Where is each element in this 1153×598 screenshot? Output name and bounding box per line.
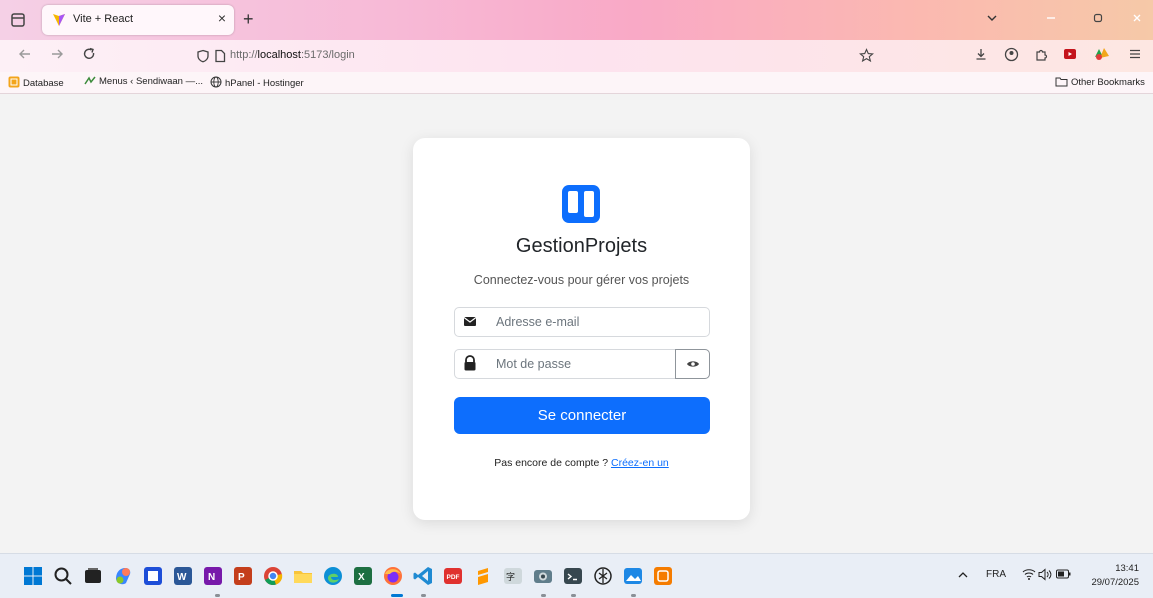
minimize-icon[interactable] <box>1040 8 1062 30</box>
account-icon[interactable] <box>1002 47 1020 65</box>
vscode-icon[interactable] <box>412 565 434 587</box>
login-card: GestionProjets Connectez-vous pour gérer… <box>413 138 750 520</box>
bookmark-star-icon[interactable] <box>859 48 874 63</box>
svg-text:P: P <box>238 572 245 583</box>
list-all-tabs-icon[interactable] <box>981 8 1003 30</box>
clock-date: 29/07/2025 <box>1091 577 1139 588</box>
tab-close-icon[interactable]: × <box>218 10 226 26</box>
search-icon[interactable] <box>52 565 74 587</box>
address-bar[interactable]: http://localhost:5173/login <box>188 43 874 69</box>
restore-icon[interactable] <box>1087 8 1109 30</box>
back-icon[interactable] <box>16 47 34 65</box>
svg-text:PDF: PDF <box>447 574 460 581</box>
xampp-icon[interactable] <box>652 565 674 587</box>
chatgpt-icon[interactable] <box>592 565 614 587</box>
forward-icon[interactable] <box>48 47 66 65</box>
tab-list-icon[interactable] <box>8 10 28 30</box>
url-text: http://localhost:5173/login <box>230 49 355 61</box>
clock-time: 13:41 <box>1115 563 1139 574</box>
multicolor-extension-icon[interactable] <box>1093 47 1111 65</box>
input-language[interactable]: FRA <box>986 569 1006 580</box>
windows-taskbar: W N P X PDF 字 FRA 13:41 29/07/2025 <box>0 553 1153 598</box>
downloads-icon[interactable] <box>972 47 990 65</box>
envelope-icon <box>463 317 477 326</box>
running-indicator <box>631 594 636 597</box>
menu-site-icon <box>84 76 96 85</box>
bookmarks-toolbar: Database Menus ‹ Sendiwaan —... hPanel -… <box>0 72 1153 94</box>
login-subtitle: Connectez-vous pour gérer vos projets <box>473 273 690 287</box>
battery-icon[interactable] <box>1056 569 1071 579</box>
bookmark-hpanel[interactable]: hPanel - Hostinger <box>210 76 304 89</box>
svg-text:W: W <box>177 572 187 583</box>
toggle-password-visibility-button[interactable] <box>675 349 710 379</box>
copilot-icon[interactable] <box>112 565 134 587</box>
page-info-icon[interactable] <box>214 49 226 63</box>
app-title: GestionProjets <box>515 235 648 257</box>
tab-vite-react[interactable]: Vite + React × <box>42 5 234 35</box>
running-indicator <box>215 594 220 597</box>
tab-bar: Vite + React × + <box>0 0 1153 40</box>
signup-prompt: Pas encore de compte ? Créez-en un <box>494 457 669 469</box>
system-clock[interactable]: 13:41 29/07/2025 <box>1091 562 1139 590</box>
chevron-up-icon[interactable] <box>958 570 968 580</box>
active-indicator <box>391 594 403 597</box>
menu-icon[interactable] <box>1126 47 1144 65</box>
tracking-shield-icon[interactable] <box>196 49 210 63</box>
page-content: GestionProjets Connectez-vous pour gérer… <box>0 94 1153 553</box>
running-indicator <box>571 594 576 597</box>
wifi-icon[interactable] <box>1022 568 1036 581</box>
running-indicator <box>541 594 546 597</box>
chrome-icon[interactable] <box>262 565 284 587</box>
firefox-icon[interactable] <box>382 565 404 587</box>
folder-icon <box>1055 77 1068 87</box>
running-indicator <box>421 594 426 597</box>
extensions-icon[interactable] <box>1032 47 1050 65</box>
camera-icon[interactable] <box>532 565 554 587</box>
reload-icon[interactable] <box>80 47 98 65</box>
sublime-text-icon[interactable] <box>472 565 494 587</box>
vite-logo-icon <box>53 14 65 26</box>
ime-language-icon[interactable]: 字 <box>502 565 524 587</box>
email-input[interactable] <box>485 308 709 336</box>
globe-icon <box>210 76 222 88</box>
kanban-logo-icon <box>562 185 600 223</box>
onenote-icon[interactable]: N <box>202 565 224 587</box>
email-field-group <box>454 307 710 337</box>
spreadsheet-icon <box>8 76 20 88</box>
eye-icon <box>686 360 699 367</box>
powerpoint-icon[interactable]: P <box>232 565 254 587</box>
task-view-icon[interactable] <box>82 565 104 587</box>
volume-icon[interactable] <box>1038 568 1053 581</box>
video-extension-icon[interactable] <box>1061 47 1079 65</box>
new-tab-button[interactable]: + <box>243 9 254 30</box>
pdf-reader-icon[interactable]: PDF <box>442 565 464 587</box>
svg-text:字: 字 <box>506 571 515 582</box>
excel-icon[interactable]: X <box>352 565 374 587</box>
edge-icon[interactable] <box>322 565 344 587</box>
word-icon[interactable]: W <box>172 565 194 587</box>
bookmark-menus[interactable]: Menus ‹ Sendiwaan —... <box>84 76 203 87</box>
login-submit-button[interactable]: Se connecter <box>454 397 710 434</box>
other-bookmarks[interactable]: Other Bookmarks <box>1055 76 1145 88</box>
windows-start-icon[interactable] <box>22 565 44 587</box>
bookmark-database[interactable]: Database <box>8 76 64 89</box>
lock-icon <box>464 355 476 371</box>
image-viewer-icon[interactable] <box>622 565 644 587</box>
svg-text:X: X <box>358 572 365 583</box>
password-field-group <box>454 349 710 379</box>
file-explorer-icon[interactable] <box>292 565 314 587</box>
svg-text:N: N <box>208 572 215 583</box>
tab-title: Vite + React <box>73 13 134 25</box>
password-input[interactable] <box>485 350 675 378</box>
navigation-toolbar: http://localhost:5173/login <box>0 40 1153 72</box>
app-window-icon[interactable] <box>142 565 164 587</box>
signup-link[interactable]: Créez-en un <box>611 457 669 469</box>
terminal-icon[interactable] <box>562 565 584 587</box>
close-window-icon[interactable] <box>1126 8 1148 30</box>
